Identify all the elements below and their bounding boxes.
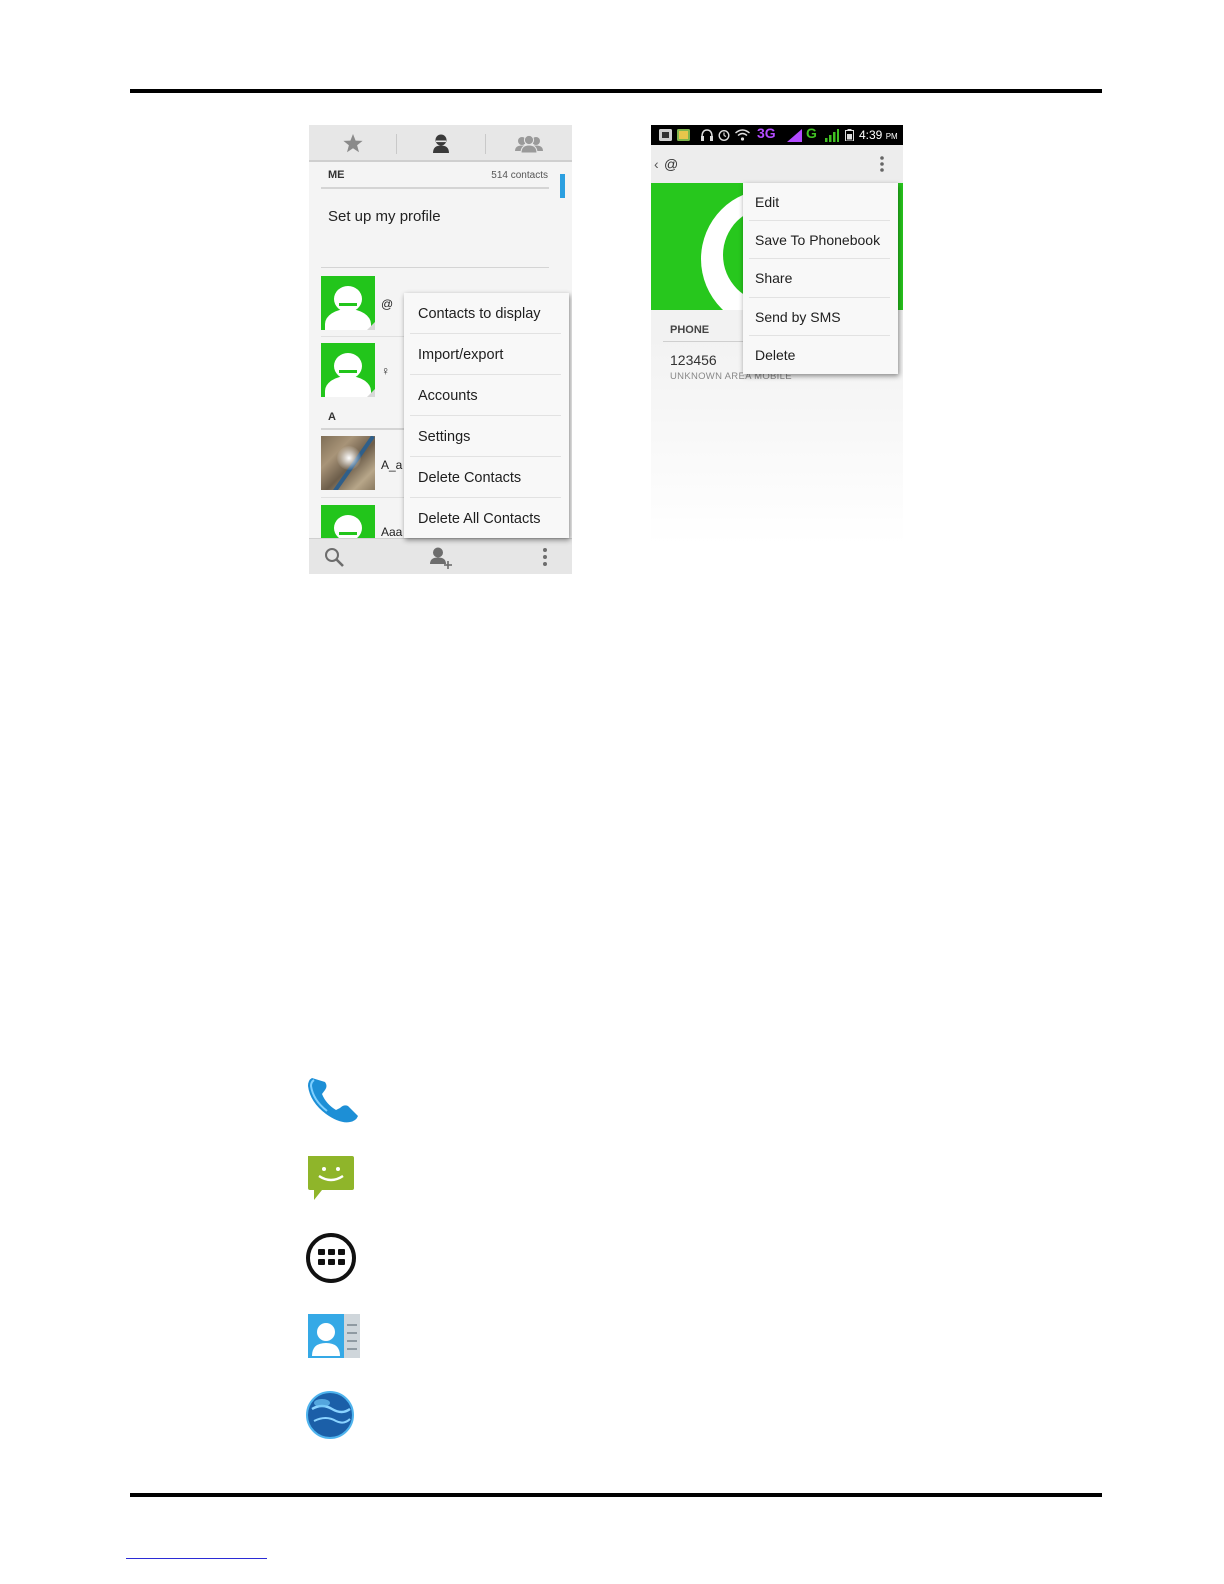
status-bar: 3G G 4:39 PM xyxy=(651,125,903,145)
footer-rule xyxy=(130,1493,1102,1497)
battery-icon xyxy=(845,129,854,141)
tab-favorites[interactable] xyxy=(309,125,396,162)
setup-profile-item[interactable]: Set up my profile xyxy=(328,208,441,225)
menu-item-save-to-phonebook[interactable]: Save To Phonebook xyxy=(743,221,898,260)
network-g-indicator: G xyxy=(806,125,817,141)
add-contact-icon[interactable] xyxy=(429,547,453,569)
star-icon xyxy=(342,134,363,153)
header-rule xyxy=(130,89,1102,93)
phone-icon[interactable] xyxy=(304,1072,362,1126)
bottom-action-bar xyxy=(309,538,572,574)
menu-item-send-by-sms[interactable]: Send by SMS xyxy=(743,298,898,336)
contact-avatar[interactable] xyxy=(321,276,375,330)
contact-name[interactable]: Aaa xyxy=(381,525,402,539)
app-drawer-icon[interactable] xyxy=(304,1231,362,1285)
contact-title: @ xyxy=(664,156,679,172)
search-icon[interactable] xyxy=(324,547,344,567)
browser-icon[interactable] xyxy=(304,1389,362,1443)
gallery-icon xyxy=(677,129,690,141)
clock-time: 4:39 xyxy=(859,128,883,142)
contacts-options-menu: Contacts to display Import/export Accoun… xyxy=(404,293,569,538)
menu-item-settings[interactable]: Settings xyxy=(404,416,569,457)
overflow-menu-icon[interactable] xyxy=(879,155,885,173)
contact-name[interactable]: ♀ xyxy=(381,364,390,378)
back-button[interactable]: ‹ xyxy=(654,156,659,172)
contacts-icon[interactable] xyxy=(304,1310,362,1364)
menu-item-import-export[interactable]: Import/export xyxy=(404,334,569,375)
headset-icon xyxy=(701,129,713,141)
menu-item-edit[interactable]: Edit xyxy=(743,183,898,222)
overflow-menu-icon[interactable] xyxy=(542,547,548,567)
contacts-tab-bar xyxy=(309,125,572,162)
menu-item-accounts[interactable]: Accounts xyxy=(404,375,569,416)
menu-item-delete-all-contacts[interactable]: Delete All Contacts xyxy=(404,498,569,539)
section-header-a: A xyxy=(328,411,336,423)
section-header-me: ME xyxy=(328,169,345,181)
messaging-icon[interactable] xyxy=(304,1152,362,1206)
contact-avatar[interactable] xyxy=(321,343,375,397)
alarm-icon xyxy=(718,130,730,141)
menu-item-contacts-to-display[interactable]: Contacts to display xyxy=(404,293,569,334)
contact-detail-screen: 3G G 4:39 PM ‹ @ PHONE 123456 UNKNOWN AR… xyxy=(651,125,903,545)
clock: 4:39 PM xyxy=(859,128,898,142)
wifi-icon xyxy=(735,129,750,141)
menu-item-delete-contacts[interactable]: Delete Contacts xyxy=(404,457,569,498)
contact-count: 514 contacts xyxy=(491,170,548,181)
contact-options-menu: Edit Save To Phonebook Share Send by SMS… xyxy=(743,183,898,374)
network-3g-indicator: 3G xyxy=(757,125,776,141)
tab-contacts[interactable] xyxy=(397,125,485,162)
notification-icon xyxy=(659,129,672,141)
section-divider xyxy=(321,187,549,189)
signal-3g-icon xyxy=(787,129,802,142)
menu-item-delete[interactable]: Delete xyxy=(743,336,898,374)
contact-name[interactable]: @ xyxy=(381,297,393,311)
clock-ampm: PM xyxy=(885,132,898,141)
action-bar: ‹ @ xyxy=(651,145,903,183)
scrollbar[interactable] xyxy=(560,174,565,198)
tab-groups[interactable] xyxy=(486,125,572,162)
group-icon xyxy=(515,134,543,153)
contact-photo[interactable] xyxy=(321,436,375,490)
divider xyxy=(321,267,549,268)
phone-section-header: PHONE xyxy=(670,324,710,336)
contacts-list-screen: ME 514 contacts Set up my profile @ ♀ A … xyxy=(309,125,572,574)
contact-name[interactable]: A_a xyxy=(381,458,402,472)
signal-g-icon xyxy=(825,129,839,142)
phone-number[interactable]: 123456 xyxy=(670,352,717,368)
person-icon xyxy=(433,134,449,153)
footer-link-underline[interactable] xyxy=(126,1558,267,1559)
menu-item-share[interactable]: Share xyxy=(743,259,898,298)
